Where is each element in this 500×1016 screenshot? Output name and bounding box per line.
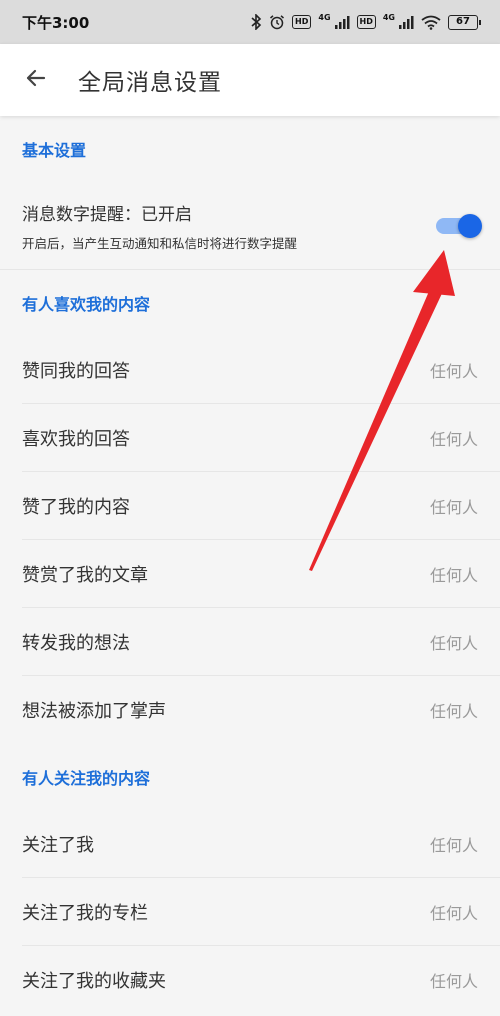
list-item[interactable]: 喜欢我的回答 任何人 — [22, 404, 500, 472]
list-item[interactable]: 想法被添加了掌声 任何人 — [22, 676, 500, 744]
list-item-value: 任何人 — [429, 497, 478, 517]
bluetooth-icon — [251, 14, 262, 30]
list-item-value: 任何人 — [429, 429, 478, 449]
arrow-left-icon — [24, 66, 48, 94]
list-item-label: 赞同我的回答 — [22, 360, 130, 382]
status-bar: 下午3:00 HD 4G HD 4G 67 — [0, 0, 500, 44]
list-item[interactable]: 转发我的想法 任何人 — [22, 608, 500, 676]
list-item-label: 赞了我的内容 — [22, 496, 130, 518]
digit-reminder-title: 消息数字提醒：已开启 — [22, 204, 192, 225]
list-item-value: 任何人 — [429, 633, 478, 653]
signal-icon — [334, 15, 350, 29]
page-title: 全局消息设置 — [78, 70, 222, 96]
list-item-value: 任何人 — [429, 565, 478, 585]
status-icons: HD 4G HD 4G 67 — [251, 13, 481, 30]
settings-content: 基本设置 消息数字提醒：已开启 开启后，当产生互动通知和私信时将进行数字提醒 有… — [0, 116, 500, 1014]
digit-reminder-row[interactable]: 消息数字提醒：已开启 开启后，当产生互动通知和私信时将进行数字提醒 — [0, 182, 500, 270]
status-time: 下午3:00 — [22, 13, 90, 32]
hd-badge-1: HD — [292, 15, 312, 29]
app-bar: 全局消息设置 — [0, 44, 500, 116]
digit-reminder-text: 消息数字提醒：已开启 开启后，当产生互动通知和私信时将进行数字提醒 — [22, 200, 297, 252]
network-label-2: 4G — [382, 13, 395, 22]
battery-icon: 67 — [448, 14, 481, 30]
list-item-value: 任何人 — [429, 903, 478, 923]
digit-reminder-toggle[interactable] — [436, 211, 482, 241]
network-label-1: 4G — [318, 13, 331, 22]
section-header-follows: 有人关注我的内容 — [22, 769, 151, 788]
list-item-label: 想法被添加了掌声 — [22, 701, 166, 722]
list-item[interactable]: 关注了我 任何人 — [22, 810, 500, 878]
list-item-label: 喜欢我的回答 — [22, 428, 130, 450]
list-item-value: 任何人 — [429, 835, 478, 855]
list-item[interactable]: 赞同我的回答 任何人 — [22, 336, 500, 404]
list-item-value: 任何人 — [429, 361, 478, 381]
signal-icon — [398, 15, 414, 29]
hd-badge-2: HD — [356, 15, 376, 29]
section-header-basic: 基本设置 — [22, 141, 87, 160]
toggle-thumb — [458, 213, 482, 238]
list-item-label: 关注了我的专栏 — [22, 902, 148, 924]
list-item[interactable]: 赞了我的内容 任何人 — [22, 472, 500, 540]
digit-reminder-description: 开启后，当产生互动通知和私信时将进行数字提醒 — [22, 235, 298, 251]
list-item-label: 转发我的想法 — [22, 632, 130, 654]
list-item-label: 关注了我 — [22, 834, 94, 856]
list-item[interactable]: 赞赏了我的文章 任何人 — [22, 540, 500, 608]
list-item-value: 任何人 — [429, 972, 478, 991]
list-item-label: 赞赏了我的文章 — [22, 564, 148, 586]
list-item[interactable]: 关注了我的收藏夹 任何人 — [22, 946, 500, 1014]
wifi-icon — [421, 15, 441, 30]
alarm-icon — [269, 14, 285, 30]
list-item-value: 任何人 — [429, 702, 478, 721]
back-button[interactable] — [0, 44, 72, 116]
list-item[interactable]: 关注了我的专栏 任何人 — [22, 878, 500, 946]
list-item-label: 关注了我的收藏夹 — [22, 971, 166, 992]
section-header-likes: 有人喜欢我的内容 — [22, 295, 151, 314]
